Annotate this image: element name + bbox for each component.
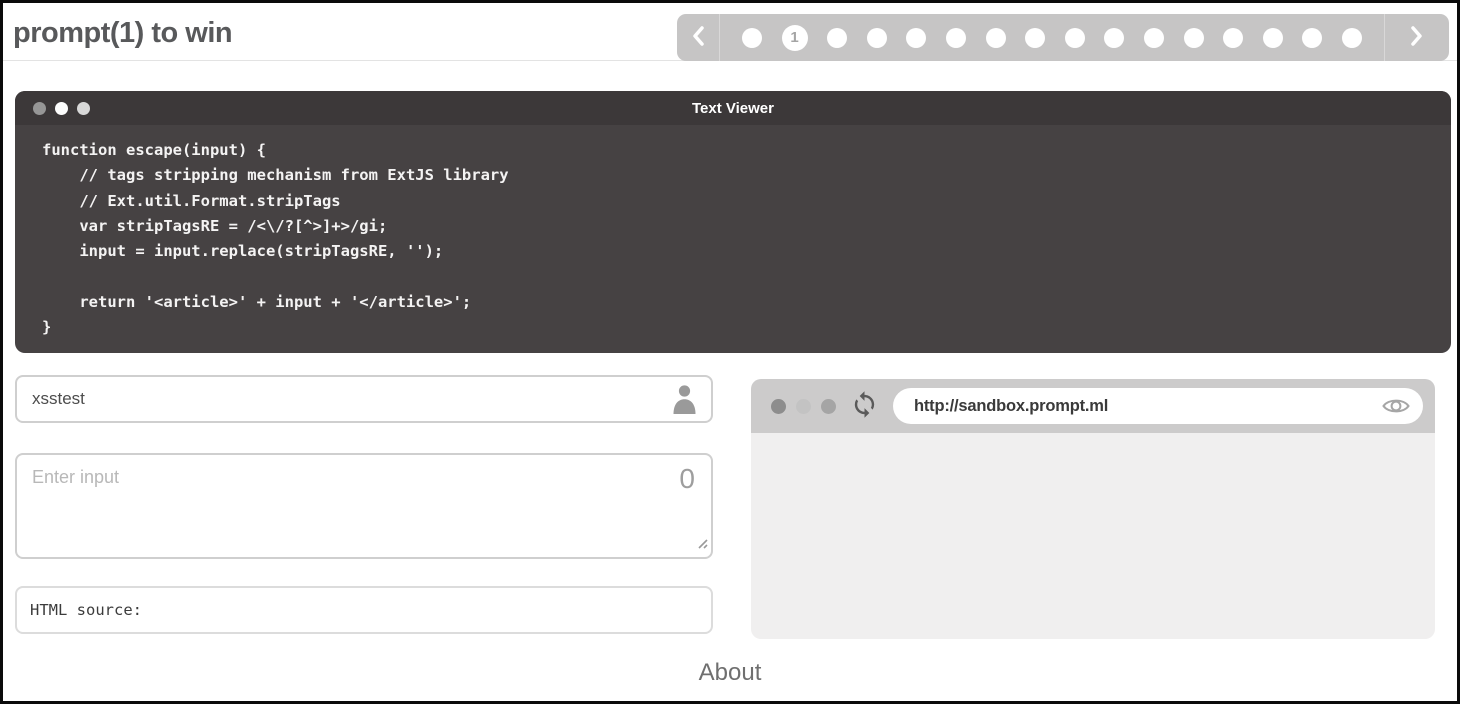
browser-viewport	[751, 433, 1435, 639]
browser-dot-icon	[771, 399, 786, 414]
level-pagination: 1	[677, 14, 1449, 61]
level-dot[interactable]	[742, 28, 762, 48]
name-field-container	[15, 375, 713, 423]
url-text: http://sandbox.prompt.ml	[893, 397, 1108, 416]
about-link[interactable]: About	[3, 659, 1457, 687]
header: prompt(1) to win 1	[3, 3, 1457, 61]
app-window: prompt(1) to win 1	[0, 0, 1460, 704]
level-dots: 1	[720, 14, 1384, 61]
url-bar: http://sandbox.prompt.ml	[893, 388, 1423, 424]
payload-input-container: 0	[15, 453, 713, 559]
html-source-output: HTML source:	[15, 586, 713, 634]
resize-grip-icon[interactable]	[694, 535, 708, 554]
level-dot[interactable]	[906, 28, 926, 48]
prev-level-button[interactable]	[677, 14, 719, 61]
page-title: prompt(1) to win	[13, 17, 232, 50]
browser-toolbar: http://sandbox.prompt.ml	[751, 379, 1435, 433]
level-dot[interactable]: 1	[782, 25, 808, 51]
level-dot[interactable]	[1144, 28, 1164, 48]
level-dot[interactable]	[1263, 28, 1283, 48]
browser-dot-icon	[796, 399, 811, 414]
text-viewer-title: Text Viewer	[15, 100, 1451, 117]
level-dot[interactable]	[1302, 28, 1322, 48]
refresh-button[interactable]	[850, 390, 879, 422]
level-dot[interactable]	[1342, 28, 1362, 48]
challenge-source-code: function escape(input) { // tags strippi…	[15, 125, 1451, 340]
payload-textarea[interactable]	[17, 455, 711, 557]
level-dot[interactable]	[986, 28, 1006, 48]
html-source-label: HTML source:	[17, 601, 142, 619]
chevron-left-icon	[691, 25, 705, 50]
text-viewer-titlebar: Text Viewer	[15, 91, 1451, 125]
browser-window-dots	[771, 399, 836, 414]
chevron-right-icon	[1410, 25, 1424, 50]
level-dot[interactable]	[1104, 28, 1124, 48]
text-viewer-window: Text Viewer function escape(input) { // …	[15, 91, 1451, 353]
level-dot[interactable]	[1184, 28, 1204, 48]
level-dot[interactable]	[1025, 28, 1045, 48]
level-dot[interactable]	[946, 28, 966, 48]
level-dot[interactable]	[1223, 28, 1243, 48]
preview-toggle-button[interactable]	[1381, 395, 1411, 420]
sandbox-browser: http://sandbox.prompt.ml	[751, 379, 1435, 639]
nickname-input[interactable]	[17, 389, 671, 409]
browser-dot-icon	[821, 399, 836, 414]
eye-icon	[1381, 395, 1411, 420]
next-level-button[interactable]	[1385, 14, 1449, 61]
level-dot[interactable]	[1065, 28, 1085, 48]
level-dot[interactable]	[827, 28, 847, 48]
refresh-icon	[850, 390, 879, 422]
person-icon	[671, 384, 698, 414]
level-dot[interactable]	[867, 28, 887, 48]
